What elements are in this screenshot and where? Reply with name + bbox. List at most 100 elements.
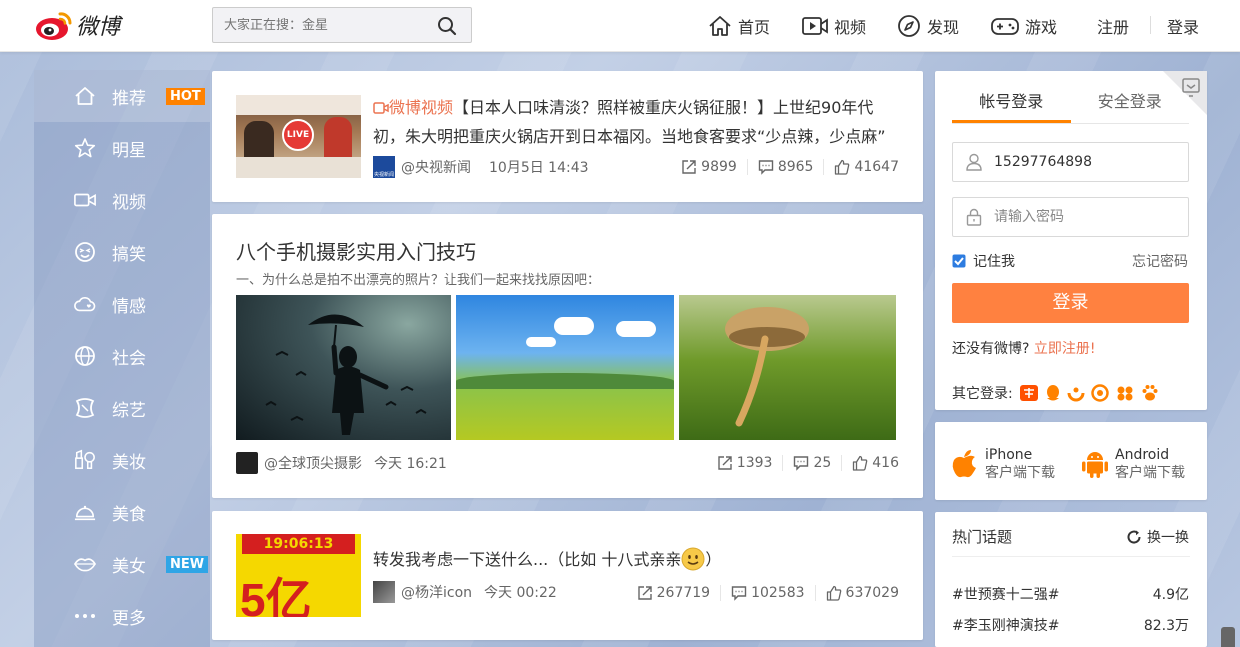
avatar[interactable] <box>236 452 258 474</box>
hot-topic-item[interactable]: #世预赛十二强# 4.9亿 <box>952 584 1189 604</box>
repost-button[interactable]: 9899 <box>671 159 747 175</box>
login-link[interactable]: 登录 <box>1167 0 1199 52</box>
repost-count: 267719 <box>656 585 711 601</box>
author-name[interactable]: @央视新闻 <box>401 157 471 177</box>
makeup-icon <box>75 449 95 470</box>
compass-icon <box>898 15 920 37</box>
nav-games[interactable]: 游戏 <box>991 0 1057 52</box>
password-input[interactable] <box>994 209 1174 225</box>
sidebar-item-celebrity[interactable]: 明星 <box>34 122 210 174</box>
author-name[interactable]: @杨洋icon <box>401 582 472 602</box>
article-subtitle: 一、为什么总是拍不出漂亮的照片？让我们一起来找找原因吧： <box>236 273 601 288</box>
home-icon <box>75 87 95 105</box>
nav-video[interactable]: 视频 <box>802 0 866 52</box>
tianyi-icon[interactable] <box>1067 384 1085 402</box>
share-icon <box>718 456 732 470</box>
thumbs-up-icon <box>826 585 841 601</box>
repost-button[interactable]: 267719 <box>627 585 720 601</box>
mushroom-shape <box>725 307 809 427</box>
hot-topic-item[interactable]: #李玉刚神演技# 82.3万 <box>952 615 1189 635</box>
register-label: 注册 <box>1097 18 1130 37</box>
tab-secure-login[interactable]: 安全登录 <box>1071 86 1190 123</box>
topic-name[interactable]: #李玉刚神演技# <box>952 615 1059 635</box>
login-submit-button[interactable]: 登录 <box>952 283 1189 323</box>
refresh-button[interactable]: 换一换 <box>1126 527 1189 547</box>
article-title[interactable]: 八个手机摄影实用入门技巧 <box>236 236 476 265</box>
video-tag-icon <box>373 102 389 114</box>
sidebar-item-label: 搞笑 <box>112 244 146 265</box>
sidebar-item-beauty[interactable]: 美女 NEW <box>34 538 210 590</box>
video-tag-label: 微博视频 <box>389 98 454 117</box>
post-time: 10月5日 14:43 <box>489 160 589 176</box>
feed-thumbnail[interactable]: 19:06:13 5亿 <box>236 534 361 617</box>
password-field[interactable] <box>952 197 1189 237</box>
like-count: 637029 <box>845 585 899 601</box>
article-image[interactable] <box>456 295 674 440</box>
article-image[interactable] <box>236 295 451 440</box>
like-button[interactable]: 41647 <box>823 159 909 175</box>
sidebar-item-emotion[interactable]: 情感 <box>34 278 210 330</box>
feed-card[interactable]: 19:06:13 5亿 转发我考虑一下送什么...（比如 十八式亲亲 ） @杨洋i… <box>212 511 923 640</box>
unionpay-icon[interactable] <box>1115 384 1135 402</box>
search-box[interactable] <box>212 7 472 43</box>
thumbs-up-icon <box>853 455 868 471</box>
topics-divider <box>952 556 1190 557</box>
author-name[interactable]: @全球顶尖摄影 <box>264 453 362 473</box>
username-field[interactable] <box>952 142 1189 182</box>
post-stats: 9899 8965 41647 <box>671 159 909 175</box>
lock-icon <box>966 208 982 226</box>
tab-account-login[interactable]: 帐号登录 <box>952 86 1071 123</box>
comment-count: 102583 <box>751 585 805 601</box>
taobao-icon[interactable] <box>1019 384 1039 402</box>
logo-text: 微博 <box>76 15 121 40</box>
sidebar-item-food[interactable]: 美食 <box>34 486 210 538</box>
post-meta: @全球顶尖摄影 今天 16:21 <box>236 452 447 474</box>
like-button[interactable]: 416 <box>841 455 909 471</box>
iphone-title: iPhone <box>985 447 1033 463</box>
forgot-password-link[interactable]: 忘记密码 <box>1132 251 1188 271</box>
remember-me[interactable]: 记住我 <box>952 251 1015 271</box>
nav-home[interactable]: 首页 <box>708 0 770 52</box>
register-now-link[interactable]: 立即注册! <box>1034 341 1096 357</box>
sidebar-item-funny[interactable]: 搞笑 <box>34 226 210 278</box>
feed-card[interactable]: LIVE 微博视频【日本人口味清淡？照样被重庆火锅征服！】上世纪90年代初，朱大… <box>212 71 923 202</box>
sidebar-item-variety[interactable]: 综艺 <box>34 382 210 434</box>
refresh-label: 换一换 <box>1147 530 1189 546</box>
lips-icon <box>74 558 96 572</box>
weibo-logo[interactable]: 微博 <box>34 8 120 42</box>
comment-button[interactable]: 102583 <box>720 585 814 601</box>
search-input[interactable] <box>224 17 424 33</box>
nav-discover[interactable]: 发现 <box>897 0 959 52</box>
video-camera-icon <box>74 193 96 207</box>
sidebar-item-label: 综艺 <box>112 400 146 421</box>
sidebar-item-makeup[interactable]: 美妆 <box>34 434 210 486</box>
checkbox-checked-icon[interactable] <box>952 254 966 268</box>
feed-thumbnail[interactable]: LIVE <box>236 95 361 178</box>
nav-video-label: 视频 <box>834 18 867 37</box>
topic-name[interactable]: #世预赛十二强# <box>952 584 1059 604</box>
register-link[interactable]: 注册 <box>1097 0 1129 52</box>
repost-button[interactable]: 1393 <box>707 455 783 471</box>
search-icon[interactable] <box>437 16 457 36</box>
comment-button[interactable]: 8965 <box>746 159 824 175</box>
360-icon[interactable] <box>1090 384 1109 402</box>
feed-card[interactable]: 八个手机摄影实用入门技巧 一、为什么总是拍不出漂亮的照片？让我们一起来找找原因吧… <box>212 214 923 498</box>
qq-icon[interactable] <box>1045 384 1061 402</box>
sidebar-item-more[interactable]: 更多 <box>34 590 210 642</box>
sidebar-item-recommend[interactable]: 推荐 HOT <box>34 70 210 122</box>
username-input[interactable] <box>994 154 1174 170</box>
video-tag[interactable]: 微博视频 <box>373 98 453 117</box>
iphone-download[interactable]: iPhone 客户端下载 <box>951 446 1055 482</box>
baidu-paw-icon[interactable] <box>1141 384 1159 402</box>
sidebar-item-video[interactable]: 视频 <box>34 174 210 226</box>
like-button[interactable]: 637029 <box>814 585 909 601</box>
avatar[interactable]: 央视新闻 <box>373 156 395 178</box>
article-image[interactable] <box>679 295 896 440</box>
sidebar-item-society[interactable]: 社会 <box>34 330 210 382</box>
android-download[interactable]: Android 客户端下载 <box>1081 446 1185 482</box>
scrollbar-thumb[interactable] <box>1221 627 1235 647</box>
comment-button[interactable]: 25 <box>782 455 841 471</box>
user-icon <box>966 153 982 171</box>
avatar[interactable] <box>373 581 395 603</box>
nav-divider <box>1150 16 1151 34</box>
